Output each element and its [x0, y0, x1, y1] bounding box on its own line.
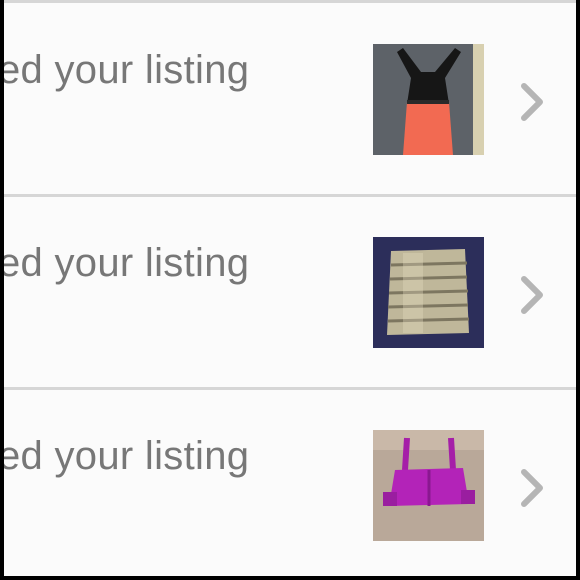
chevron-right-icon[interactable] [512, 466, 552, 510]
dress-image [373, 44, 484, 155]
notification-row[interactable]: ed your listing [4, 390, 576, 576]
notification-text: ed your listing [4, 48, 250, 92]
divider [4, 0, 576, 3]
notification-row[interactable]: ed your listing [4, 4, 576, 197]
listing-thumbnail-dress[interactable] [373, 44, 484, 155]
chevron-right-icon[interactable] [512, 273, 552, 317]
crop-top-image [373, 430, 484, 541]
listing-thumbnail-top[interactable] [373, 430, 484, 541]
chevron-right-icon[interactable] [512, 80, 552, 124]
skirt-image [373, 237, 484, 348]
notification-text: ed your listing [4, 434, 250, 478]
notifications-list: ed your listing ed your listing ed your … [4, 0, 576, 576]
notification-text: ed your listing [4, 241, 250, 285]
listing-thumbnail-skirt[interactable] [373, 237, 484, 348]
notification-row[interactable]: ed your listing [4, 197, 576, 390]
